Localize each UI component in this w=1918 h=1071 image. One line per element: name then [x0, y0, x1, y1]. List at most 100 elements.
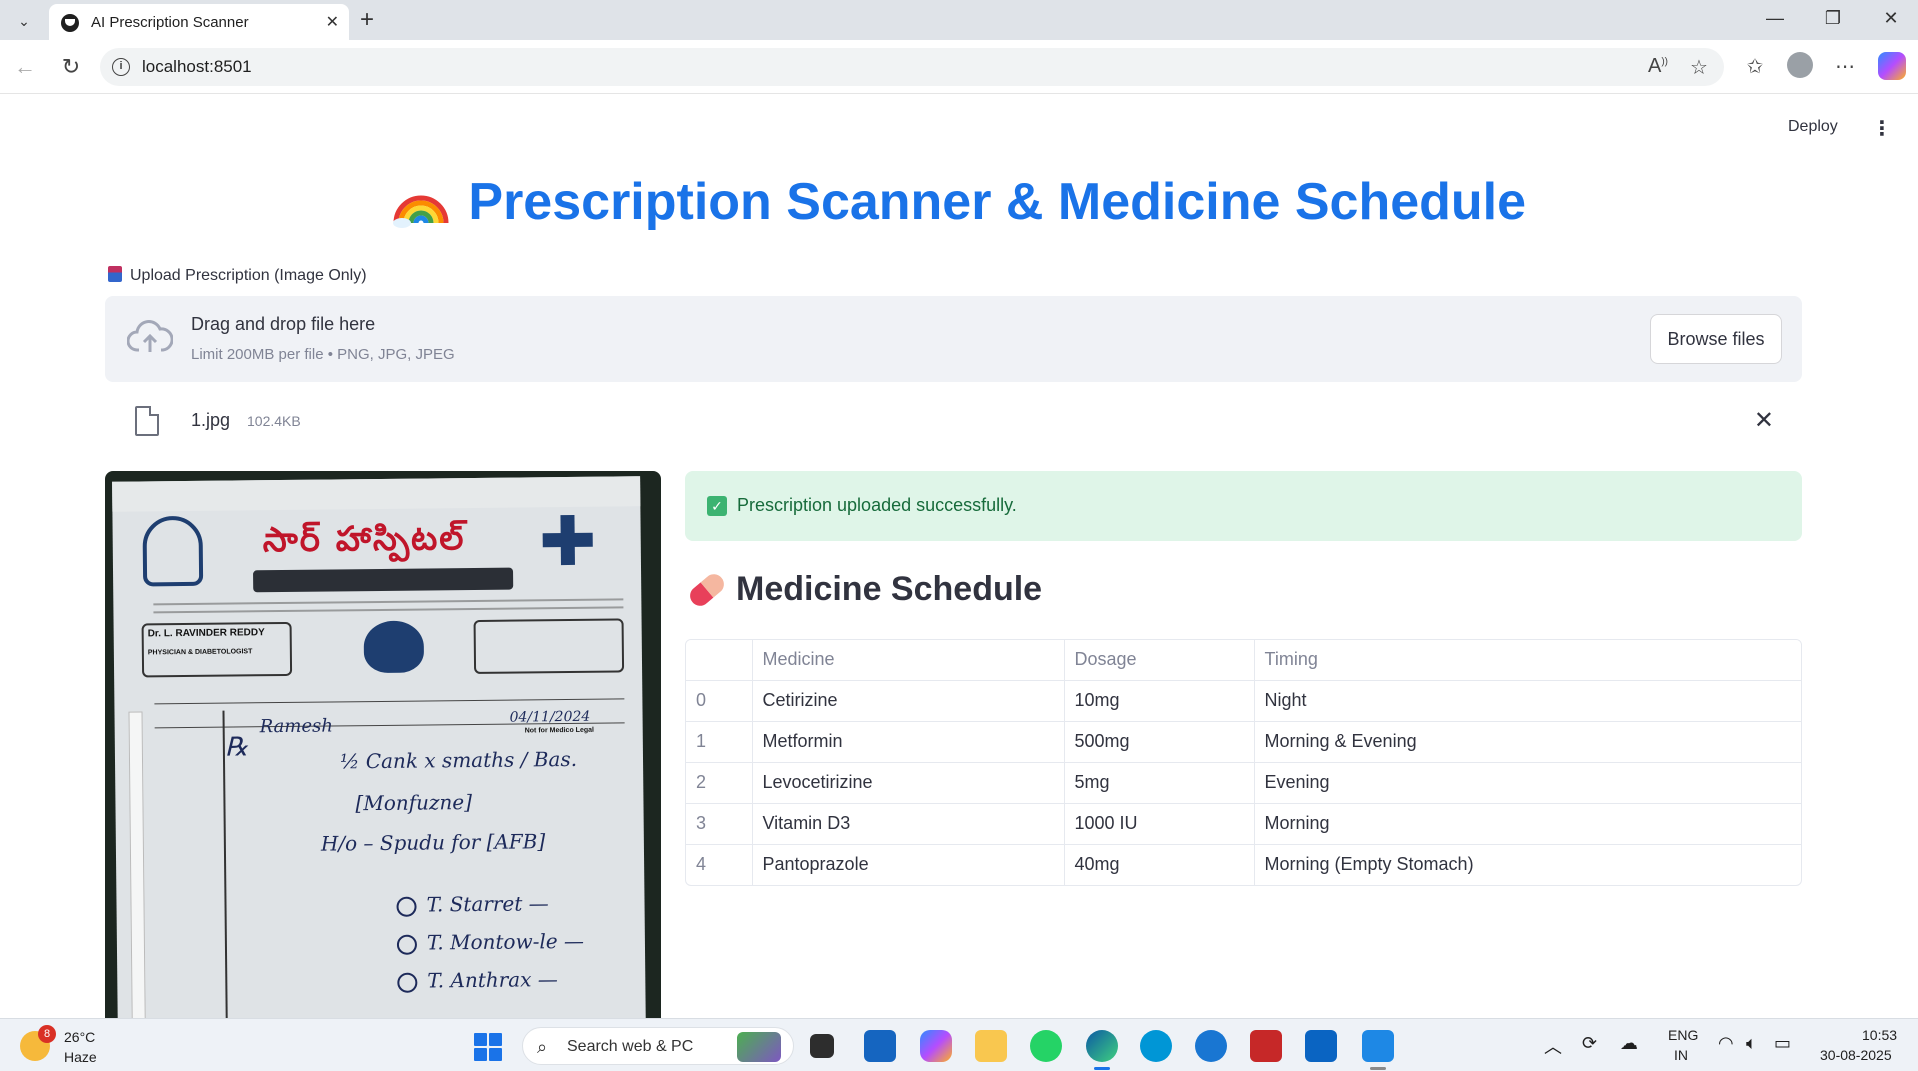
table-row[interactable]: 1 Metformin 500mg Morning & Evening — [686, 721, 1801, 763]
dosage-cell[interactable]: 1000 IU — [1064, 803, 1255, 845]
onedrive-cloud-icon[interactable]: ☁ — [1620, 1033, 1638, 1054]
rainbow-icon — [392, 173, 450, 231]
window-close-icon[interactable]: ✕ — [1876, 8, 1906, 29]
cloud-upload-icon — [127, 320, 173, 352]
dropzone-title: Drag and drop file here — [191, 314, 376, 334]
restore-icon[interactable]: ❐ — [1818, 8, 1848, 29]
file-dropzone[interactable]: Drag and drop file here Limit 200MB per … — [105, 296, 1802, 382]
main-menu-kebab-icon[interactable]: ⋮ — [1872, 116, 1892, 141]
page-title-row: Prescription Scanner & Medicine Schedule — [4, 172, 1914, 232]
edge-browser-icon[interactable] — [1086, 1030, 1118, 1062]
windows-start-icon[interactable] — [474, 1033, 502, 1061]
edge-active-indicator — [1094, 1067, 1110, 1070]
deploy-button[interactable]: Deploy — [1788, 118, 1838, 136]
file-explorer-icon[interactable] — [975, 1030, 1007, 1062]
region-indicator[interactable]: IN — [1674, 1047, 1688, 1063]
address-bar[interactable]: i localhost:8501 A)) ☆ — [100, 48, 1724, 86]
prescription-image: సార్ హాస్పిటల్ Dr. L. RAVINDER REDDY PHY… — [105, 471, 661, 1018]
table-row[interactable]: 0 Cetirizine 10mg Night — [686, 680, 1801, 722]
heart-logo-icon — [363, 620, 425, 674]
timing-column-header[interactable]: Timing — [1254, 640, 1801, 681]
remove-file-close-icon[interactable]: ✕ — [1754, 406, 1774, 435]
table-row[interactable]: 3 Vitamin D3 1000 IU Morning — [686, 803, 1801, 845]
dosage-cell[interactable]: 5mg — [1064, 762, 1255, 804]
new-tab-plus-icon[interactable]: + — [360, 6, 374, 34]
dosage-column-header[interactable]: Dosage — [1064, 640, 1255, 681]
hp-icon[interactable] — [1140, 1030, 1172, 1062]
medicine-schedule-table[interactable]: Medicine Dosage Timing 0 Cetirizine 10mg… — [685, 639, 1802, 886]
task-view-icon[interactable] — [810, 1034, 834, 1058]
row-index: 4 — [686, 844, 753, 885]
weather-description[interactable]: Haze — [64, 1049, 97, 1065]
show-hidden-icons-chevron-icon[interactable]: ︿ — [1544, 1033, 1562, 1059]
streamlit-app: Deploy ⋮ Prescription Scanner & Medicine… — [4, 94, 1918, 1018]
timing-cell[interactable]: Night — [1254, 680, 1801, 722]
sync-icon[interactable]: ⟳ — [1582, 1033, 1597, 1054]
check-mark-icon: ✓ — [707, 496, 727, 516]
vscode-icon[interactable] — [1362, 1030, 1394, 1062]
browser-tab[interactable]: AI Prescription Scanner ✕ — [49, 4, 349, 40]
medicine-column-header[interactable]: Medicine — [752, 640, 1065, 681]
file-icon — [135, 406, 159, 436]
weather-temperature[interactable]: 26°C — [64, 1029, 95, 1045]
success-message: Prescription uploaded successfully. — [737, 495, 1017, 515]
timing-cell[interactable]: Evening — [1254, 762, 1801, 804]
weather-badge: 8 — [38, 1025, 56, 1043]
uploaded-file-size: 102.4KB — [247, 413, 301, 429]
table-row[interactable]: 2 Levocetirizine 5mg Evening — [686, 762, 1801, 804]
prescription-paper: సార్ హాస్పిటల్ Dr. L. RAVINDER REDDY PHY… — [112, 476, 646, 1018]
site-info-icon[interactable]: i — [112, 58, 130, 76]
more-options-icon[interactable]: ⋯ — [1830, 54, 1860, 79]
dosage-cell[interactable]: 40mg — [1064, 844, 1255, 885]
microsoft-store-icon[interactable] — [864, 1030, 896, 1062]
taskbar-search-placeholder[interactable]: Search web & PC — [567, 1038, 693, 1056]
index-column-header[interactable] — [686, 640, 753, 681]
favorite-star-icon[interactable]: ☆ — [1690, 55, 1708, 80]
medicine-cell[interactable]: Metformin — [752, 721, 1065, 763]
medicine-cell[interactable]: Vitamin D3 — [752, 803, 1065, 845]
uploaded-file-name: 1.jpg — [191, 410, 231, 430]
outlook-icon[interactable] — [1305, 1030, 1337, 1062]
back-arrow-icon[interactable]: ← — [12, 54, 38, 80]
tab-close-icon[interactable]: ✕ — [326, 12, 339, 32]
timing-cell[interactable]: Morning (Empty Stomach) — [1254, 844, 1801, 885]
hospital-name-logo: సార్ హాస్పిటల్ — [262, 518, 466, 561]
copilot-icon[interactable] — [1878, 52, 1906, 80]
medicine-cell[interactable]: Levocetirizine — [752, 762, 1065, 804]
timing-cell[interactable]: Morning — [1254, 803, 1801, 845]
url-text[interactable]: localhost:8501 — [142, 57, 252, 77]
clock-date[interactable]: 30-08-2025 — [1820, 1047, 1892, 1063]
whatsapp-icon[interactable] — [1030, 1030, 1062, 1062]
page-title: Prescription Scanner & Medicine Schedule — [468, 173, 1527, 231]
medicine-cell[interactable]: Pantoprazole — [752, 844, 1065, 885]
clock-time[interactable]: 10:53 — [1862, 1027, 1897, 1043]
timing-cell[interactable]: Morning & Evening — [1254, 721, 1801, 763]
browse-files-button[interactable]: Browse files — [1650, 314, 1782, 364]
row-index: 0 — [686, 680, 753, 722]
table-row[interactable]: 4 Pantoprazole 40mg Morning (Empty Stoma… — [686, 844, 1801, 885]
upload-label: Upload Prescription (Image Only) — [108, 266, 367, 285]
taskbar-search-box[interactable]: ⌕ Search web & PC — [522, 1027, 794, 1065]
mcafee-icon[interactable] — [1250, 1030, 1282, 1062]
favorites-bar-icon[interactable]: ✩ — [1740, 54, 1770, 79]
read-aloud-icon[interactable]: A)) — [1648, 55, 1668, 78]
language-indicator[interactable]: ENG — [1668, 1027, 1698, 1043]
uploaded-file-row: 1.jpg 102.4KB ✕ — [105, 396, 1802, 448]
hospital-logo-icon — [142, 515, 204, 587]
minimize-icon[interactable]: — — [1760, 8, 1790, 29]
help-icon[interactable] — [1195, 1030, 1227, 1062]
speaker-icon[interactable]: 🔈︎ — [1746, 1033, 1757, 1054]
tab-list-chevron-icon[interactable]: ⌄ — [12, 10, 36, 32]
profile-avatar-icon[interactable] — [1787, 52, 1813, 78]
success-alert: ✓ Prescription uploaded successfully. — [685, 471, 1802, 541]
reload-icon[interactable]: ↻ — [58, 54, 84, 80]
dropzone-subtitle: Limit 200MB per file • PNG, JPG, JPEG — [191, 346, 455, 363]
copilot-app-icon[interactable] — [920, 1030, 952, 1062]
tab-title: AI Prescription Scanner — [91, 14, 249, 31]
dosage-cell[interactable]: 500mg — [1064, 721, 1255, 763]
medicine-cell[interactable]: Cetirizine — [752, 680, 1065, 722]
browser-toolbar: ← ↻ i localhost:8501 A)) ☆ ✩ ⋯ — [0, 40, 1918, 94]
battery-icon[interactable]: ▭ — [1774, 1033, 1791, 1054]
dosage-cell[interactable]: 10mg — [1064, 680, 1255, 722]
wifi-icon[interactable]: ◠ — [1718, 1033, 1734, 1054]
